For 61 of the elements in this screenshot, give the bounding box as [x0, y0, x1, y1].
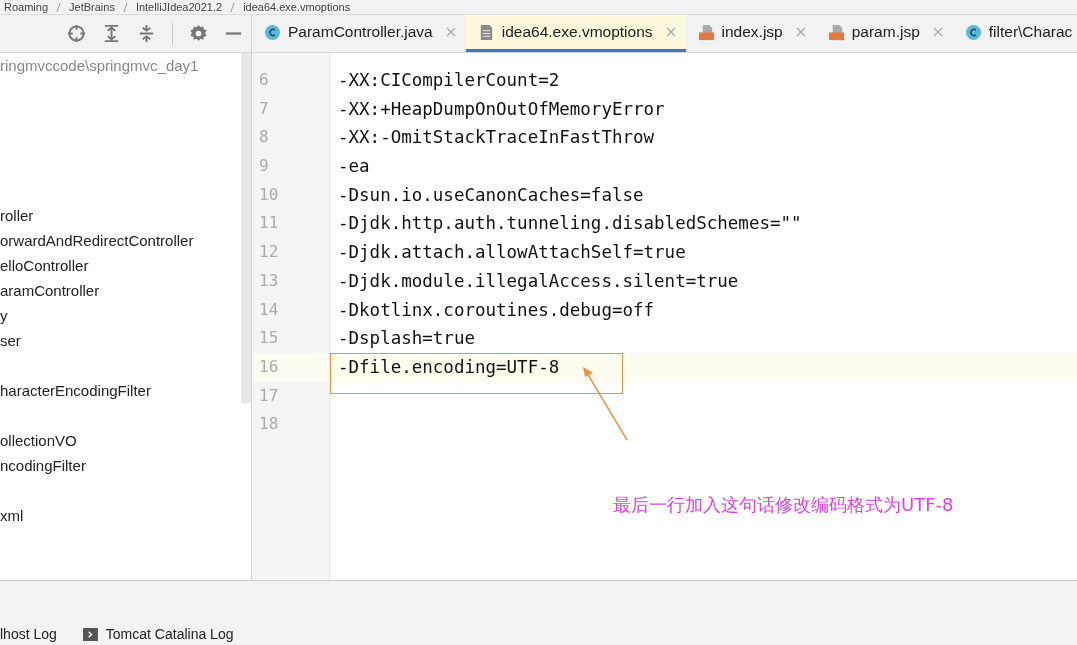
breadcrumb-item[interactable]: IntelliJIdea2021.2 [135, 1, 223, 13]
line-number: 8 [258, 126, 270, 149]
editor-tab[interactable]: ParamController.java [252, 15, 466, 52]
line-number: 11 [258, 212, 280, 235]
tool-tab[interactable]: lhost Log [0, 626, 57, 642]
code-line: -Djdk.http.auth.tunneling.disabledSchemes="" [338, 213, 802, 234]
line-number: 10 [258, 183, 280, 206]
line-number: 15 [258, 327, 280, 350]
code-line: -Djdk.attach.allowAttachSelf=true [338, 242, 686, 263]
tree-item[interactable]: xml [0, 503, 241, 528]
editor-tab[interactable]: filter\Charac [952, 15, 1077, 52]
line-number: 16 [252, 352, 329, 382]
expand-all-icon[interactable] [102, 24, 121, 43]
code-line: -XX:+HeapDumpOnOutOfMemoryError [338, 98, 665, 119]
tree-item[interactable]: elloController [0, 253, 241, 278]
collapse-all-icon[interactable] [137, 24, 156, 43]
close-icon[interactable] [445, 27, 456, 37]
line-number: 6 [258, 69, 270, 91]
code-line: -Dsun.io.useCanonCaches=false [338, 184, 644, 205]
line-number: 17 [258, 384, 280, 407]
code-line: -Dkotlinx.coroutines.debug=off [338, 299, 655, 320]
tree-item[interactable]: aramController [0, 278, 241, 303]
breadcrumb-item[interactable]: JetBrains [69, 1, 115, 13]
tree-item[interactable]: ncodingFilter [0, 453, 241, 478]
class-icon [264, 23, 281, 41]
line-number: 7 [258, 97, 270, 120]
breadcrumb-item[interactable]: idea64.exe.vmoptions [243, 1, 351, 13]
jsp-file-icon [697, 23, 715, 41]
tree-item[interactable]: ser [0, 328, 241, 353]
settings-icon[interactable] [189, 24, 208, 43]
tree-item[interactable]: roller [0, 203, 241, 228]
tool-tab[interactable]: Tomcat Catalina Log [82, 626, 234, 642]
locate-icon[interactable] [67, 24, 86, 43]
line-number: 13 [258, 269, 280, 292]
editor-tab[interactable]: idea64.exe.vmoptions [465, 15, 686, 52]
breadcrumb-item[interactable]: Roaming [4, 1, 49, 13]
code-line: -XX:-OmitStackTraceInFastThrow [338, 127, 655, 148]
code-line: -ea [338, 156, 370, 177]
annotation-text: 最后一行加入这句话修改编码格式为UTF-8 [613, 493, 954, 517]
editor-tab[interactable]: param.jsp [815, 15, 953, 52]
code-line: -Dsplash=true [338, 328, 475, 349]
jsp-file-icon [827, 23, 845, 41]
code-line: -Djdk.module.illegalAccess.silent=true [338, 270, 739, 291]
project-path: ringmvccode\springmvc_day1 [0, 56, 200, 76]
tree-item[interactable]: y [0, 303, 241, 328]
close-icon[interactable] [665, 27, 676, 37]
scrollbar[interactable] [241, 53, 251, 403]
tree-item[interactable]: orwardAndRedirectController [0, 228, 241, 253]
code-line: -Dfile.encoding=UTF-8 [338, 356, 560, 377]
console-icon [82, 627, 98, 641]
line-number: 14 [258, 298, 280, 321]
tree-item[interactable]: ollectionVO [0, 428, 241, 453]
tree-item[interactable]: haracterEncodingFilter [0, 378, 241, 403]
code-line: -XX:CICompilerCount=2 [338, 70, 560, 90]
close-icon[interactable] [932, 27, 943, 37]
line-number: 9 [258, 155, 270, 178]
editor-tab[interactable]: index.jsp [685, 15, 816, 52]
line-number: 12 [258, 241, 280, 264]
close-icon[interactable] [795, 27, 806, 37]
class-icon [964, 23, 982, 41]
line-number: 18 [258, 413, 280, 436]
